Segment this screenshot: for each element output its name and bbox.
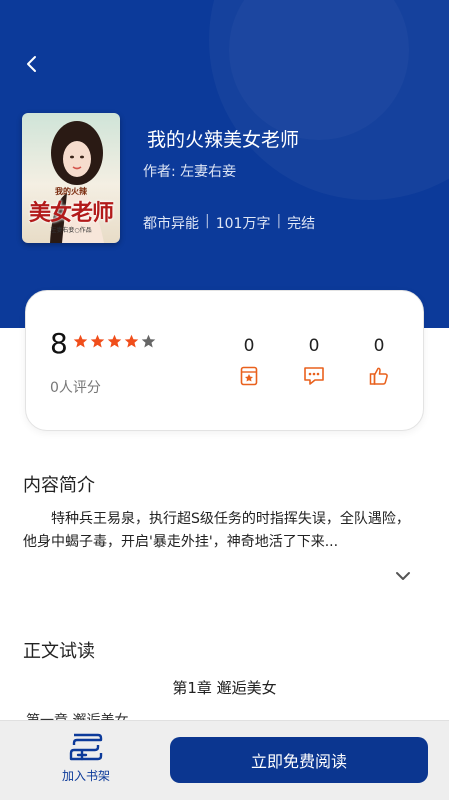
meta-divider: | [276, 213, 282, 229]
bookshelf-add-icon [69, 733, 103, 761]
rating-score: 8 [50, 327, 68, 360]
bottom-bar: 加入书架 立即免费阅读 [0, 720, 449, 800]
star-empty-icon [141, 334, 156, 348]
book-genre: 都市异能 [143, 216, 199, 232]
add-to-shelf-label: 加入书架 [61, 769, 110, 783]
back-button[interactable] [20, 52, 44, 76]
ticket-stat[interactable]: 0 [229, 336, 269, 386]
comment-icon[interactable] [294, 366, 334, 386]
rating-stars [73, 334, 156, 349]
cover-author: 左妻右妾○作品 [50, 227, 92, 234]
read-free-button[interactable]: 立即免费阅读 [170, 737, 428, 783]
rating-card: 8 0人评分 0 0 0 [25, 290, 424, 431]
intro-heading: 内容简介 [23, 475, 95, 496]
star-filled-icon [90, 334, 105, 348]
cover-title: 美女老师 [28, 200, 114, 226]
add-to-shelf-button[interactable]: 加入书架 [50, 731, 122, 791]
book-status: 完结 [287, 216, 316, 232]
comment-count: 0 [308, 336, 320, 356]
rating-count: 0人评分 [50, 380, 101, 396]
star-filled-icon [107, 334, 122, 348]
chevron-left-icon [27, 56, 36, 72]
intro-text: 特种兵王易泉，执行超S级任务的时指挥失误，全队遇险，他身中蝎子毒，开启'暴走外挂… [23, 511, 410, 550]
comment-stat[interactable]: 0 [294, 336, 334, 386]
book-title: 我的火辣美女老师 [147, 129, 300, 151]
star-filled-icon [124, 334, 139, 348]
meta-divider: | [205, 213, 210, 229]
book-cover: 我的火辣 美女老师 左妻右妾○作品 [22, 113, 120, 243]
like-stat[interactable]: 0 [359, 336, 399, 386]
ticket-icon[interactable] [229, 366, 269, 386]
expand-button[interactable] [392, 566, 414, 586]
like-count: 0 [373, 336, 385, 356]
chapter-title: 第1章 邂逅美女 [172, 679, 277, 697]
book-meta: 都市异能 | 101万字 | 完结 [143, 213, 315, 233]
ticket-count: 0 [243, 336, 255, 356]
thumbs-up-icon[interactable] [359, 366, 399, 386]
book-author[interactable]: 作者: 左妻右妾 [143, 161, 236, 181]
book-word-count: 101万字 [215, 216, 271, 232]
star-filled-icon [73, 334, 88, 348]
preview-heading: 正文试读 [23, 641, 95, 662]
chevron-down-icon [396, 572, 410, 580]
